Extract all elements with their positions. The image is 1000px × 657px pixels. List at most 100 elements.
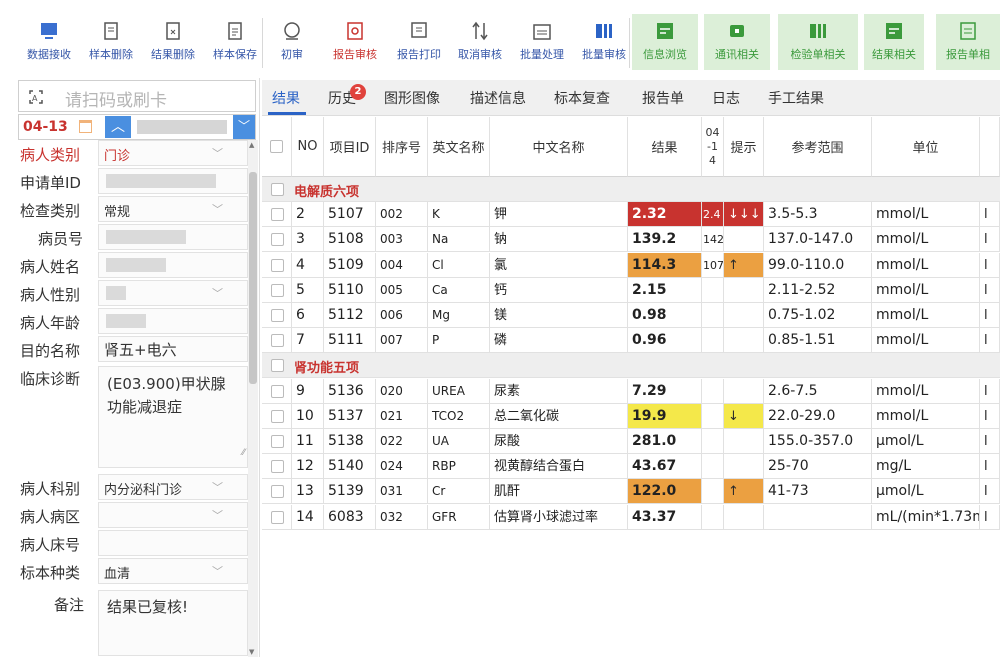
cell-cn[interactable]: 钠 [490,227,628,253]
cell-en[interactable]: RBP [428,454,490,480]
cell-result[interactable]: 0.98 [628,303,702,328]
column-header-prev[interactable]: 04 -1 4 [702,117,724,177]
cell-cn[interactable]: 视黄醇结合蛋白 [490,454,628,480]
row-checkbox[interactable] [271,485,284,499]
chevron-up-icon[interactable]: ︿ [105,116,131,138]
row-checkbox-cell[interactable] [262,403,292,429]
cell-range[interactable]: 99.0-110.0 [764,252,872,278]
row-checkbox-cell[interactable] [262,303,292,328]
cell-cn[interactable]: 尿酸 [490,429,628,454]
cell-extra[interactable]: l [980,504,1000,530]
cell-unit[interactable]: mL/(min*1.73m [872,504,980,530]
cell-hint[interactable] [724,504,764,530]
cell-range[interactable]: 0.85-1.51 [764,328,872,354]
cell-range[interactable]: 0.75-1.02 [764,303,872,328]
cell-range[interactable]: 41-73 [764,479,872,505]
cell-hint[interactable] [724,454,764,480]
cell-hint[interactable] [724,303,764,328]
ward-select[interactable] [98,502,248,528]
toolbar-button[interactable]: 信息浏览 [632,14,698,70]
cell-prev[interactable] [702,378,724,404]
cell-id[interactable]: 5137 [324,403,376,429]
cell-prev[interactable]: 142 [702,227,724,253]
cell-extra[interactable]: l [980,454,1000,480]
tab-2[interactable]: 图形图像 [384,88,440,108]
group-checkbox[interactable] [271,359,284,373]
toolbar-button[interactable]: 结果相关 [864,14,924,70]
cell-no[interactable]: 10 [292,403,324,429]
toolbar-button[interactable]: 批量审核 [573,14,635,70]
cell-result[interactable]: 43.67 [628,454,702,480]
cell-no[interactable]: 4 [292,252,324,278]
cell-id[interactable]: 5138 [324,429,376,454]
diagnosis-textarea[interactable]: (E03.900)甲状腺功能减退症 ⁄⁄ [98,366,248,468]
cell-range[interactable]: 155.0-357.0 [764,429,872,454]
cell-seq[interactable]: 004 [376,252,428,278]
cell-no[interactable]: 12 [292,454,324,480]
calendar-icon[interactable] [79,120,92,133]
toolbar-button[interactable]: 报告审核 [324,14,386,70]
cell-range[interactable]: 25-70 [764,454,872,480]
row-checkbox-cell[interactable] [262,479,292,505]
cell-seq[interactable]: 002 [376,202,428,228]
cell-extra[interactable]: l [980,303,1000,328]
row-checkbox[interactable] [271,510,284,524]
row-checkbox[interactable] [271,460,284,474]
toolbar-button[interactable]: 样本保存 [204,14,266,70]
cell-cn[interactable]: 镁 [490,303,628,328]
cell-id[interactable]: 5108 [324,227,376,253]
cell-result[interactable]: 43.37 [628,504,702,530]
remark-textarea[interactable]: 结果已复核! [98,590,248,656]
cell-seq[interactable]: 022 [376,429,428,454]
cell-unit[interactable]: μmol/L [872,479,980,505]
row-checkbox-cell[interactable] [262,277,292,303]
cell-hint[interactable]: ↑ [724,252,764,278]
cell-seq[interactable]: 003 [376,227,428,253]
cell-en[interactable]: TCO2 [428,403,490,429]
cell-no[interactable]: 7 [292,328,324,354]
cell-unit[interactable]: mmol/L [872,303,980,328]
cell-result[interactable]: 0.96 [628,328,702,354]
cell-seq[interactable]: 021 [376,403,428,429]
cell-seq[interactable]: 005 [376,277,428,303]
cell-seq[interactable]: 032 [376,504,428,530]
date-selector[interactable]: 04-13 ︿ ﹀ [18,114,256,140]
cell-range[interactable]: 3.5-5.3 [764,202,872,228]
cell-hint[interactable]: ↓ [724,403,764,429]
cell-range[interactable]: 137.0-147.0 [764,227,872,253]
cell-unit[interactable]: mmol/L [872,202,980,228]
cell-unit[interactable]: mmol/L [872,328,980,354]
cell-prev[interactable] [702,403,724,429]
cell-prev[interactable] [702,479,724,505]
cell-cn[interactable]: 肌酐 [490,479,628,505]
cell-cn[interactable]: 尿素 [490,378,628,404]
chevron-down-icon[interactable]: ﹀ [233,115,255,139]
cell-en[interactable]: K [428,202,490,228]
toolbar-button[interactable]: 样本删除 [80,14,142,70]
cell-seq[interactable]: 020 [376,378,428,404]
bed-input[interactable] [98,530,248,556]
select-all-checkbox[interactable] [270,140,283,153]
cell-result[interactable]: 114.3 [628,252,702,278]
row-checkbox-cell[interactable] [262,378,292,404]
tab-7[interactable]: 手工结果 [768,88,824,108]
group-row[interactable]: 肾功能五项 [262,353,1000,379]
group-checkbox[interactable] [271,183,284,196]
cell-result[interactable]: 19.9 [628,403,702,429]
cell-extra[interactable]: l [980,252,1000,278]
cell-no[interactable]: 13 [292,479,324,505]
tab-1[interactable]: 历史 2 [328,84,366,108]
row-checkbox-cell[interactable] [262,328,292,354]
cell-id[interactable]: 6083 [324,504,376,530]
scroll-up-icon[interactable]: ▲ [249,141,254,149]
cell-id[interactable]: 5110 [324,277,376,303]
cell-range[interactable]: 22.0-29.0 [764,403,872,429]
row-checkbox[interactable] [271,435,284,448]
cell-unit[interactable]: mmol/L [872,403,980,429]
scan-input[interactable]: A 请扫码或刷卡 [18,80,256,112]
cell-seq[interactable]: 006 [376,303,428,328]
cell-id[interactable]: 5109 [324,252,376,278]
toolbar-button[interactable]: 初审 [268,14,316,70]
tab-4[interactable]: 标本复查 [554,88,610,108]
cell-extra[interactable]: l [980,227,1000,253]
